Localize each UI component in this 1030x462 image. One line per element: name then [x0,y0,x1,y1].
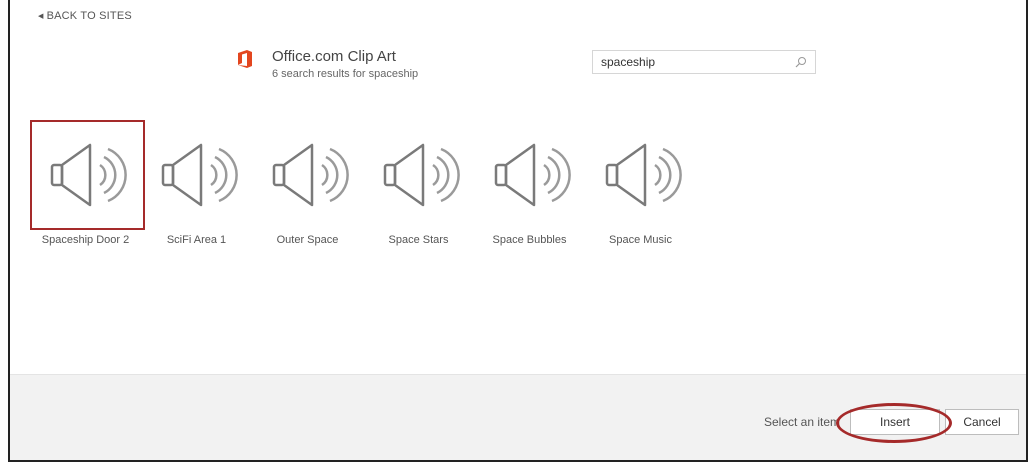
result-item[interactable]: Outer Space [252,120,363,260]
search-box [592,50,816,74]
result-caption: Space Bubbles [492,234,567,246]
provider-header: Office.com Clip Art 6 search results for… [236,48,418,80]
search-icon[interactable] [795,56,807,68]
result-caption: Outer Space [276,234,339,246]
selection-status: Select an item [764,415,841,429]
back-arrow-icon: ◀ [38,13,44,20]
result-thumbnail[interactable] [363,120,478,230]
back-to-sites-link[interactable]: ◀ BACK TO SITES [38,10,132,22]
result-item[interactable]: Space Music [585,120,696,260]
cancel-button[interactable]: Cancel [945,409,1019,435]
result-thumbnail[interactable] [474,120,589,230]
speaker-icon [50,143,127,207]
search-results-grid: Spaceship Door 2 SciFi Area 1 Outer Spac… [30,120,696,260]
result-thumbnail[interactable] [141,120,256,230]
result-item[interactable]: Space Bubbles [474,120,585,260]
clip-art-dialog: ◀ BACK TO SITES Office.com Clip Art 6 se… [8,0,1028,462]
result-caption: Space Stars [388,234,449,246]
dialog-footer: Select an item Insert Cancel [10,374,1026,460]
result-thumbnail[interactable] [252,120,367,230]
result-thumbnail[interactable] [30,120,145,230]
result-caption: Spaceship Door 2 [41,234,130,246]
result-item[interactable]: SciFi Area 1 [141,120,252,260]
speaker-icon [383,143,460,207]
search-input[interactable] [593,52,783,72]
result-caption: SciFi Area 1 [166,234,227,246]
provider-title: Office.com Clip Art [272,48,396,65]
result-item[interactable]: Space Stars [363,120,474,260]
back-to-sites-label: BACK TO SITES [46,10,132,22]
result-item[interactable]: Spaceship Door 2 [30,120,145,260]
result-caption: Space Music [609,234,672,246]
results-count-text: 6 search results for spaceship [272,68,419,80]
speaker-icon [161,143,238,207]
speaker-icon [272,143,349,207]
office-logo-icon [238,50,252,68]
speaker-icon [494,143,571,207]
speaker-icon [605,143,682,207]
insert-button[interactable]: Insert [850,409,940,435]
result-thumbnail[interactable] [585,120,700,230]
